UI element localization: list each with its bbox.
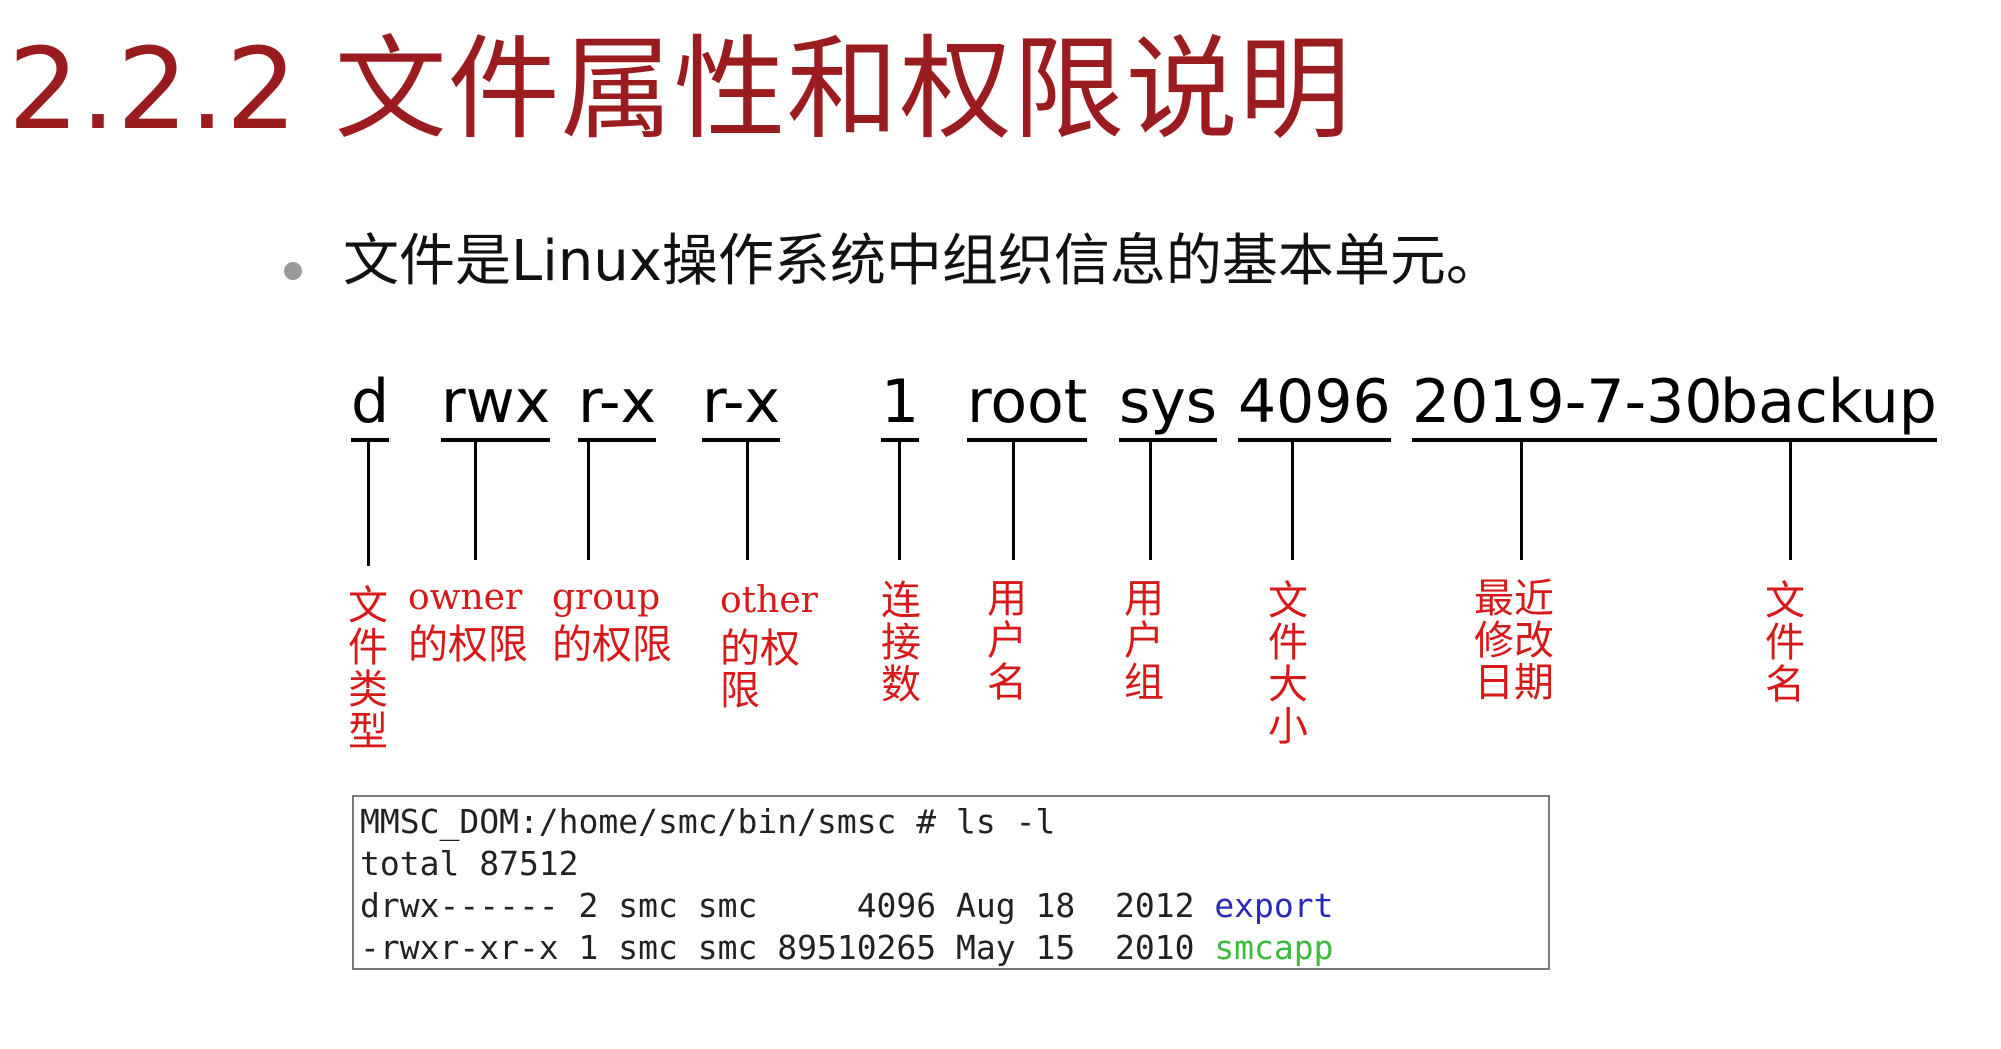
label-group-en: group: [552, 577, 661, 618]
label-modified-date: 最近修改日期: [1474, 576, 1554, 706]
label-file-type: 文件类型: [348, 583, 388, 755]
field-owner-perms: rwx: [441, 372, 551, 442]
field-file-type: d: [351, 372, 390, 442]
terminal-row-prefix: drwx------ 2 smc smc 4096 Aug 18 2012: [360, 886, 1215, 925]
slide-title: 2.2.2 文件属性和权限说明: [8, 25, 1352, 155]
field-modified-date: 2019-7-30: [1412, 372, 1723, 442]
field-user-group: sys: [1119, 372, 1218, 442]
field-other-perms: r-x: [702, 372, 780, 442]
connector-line: [1520, 438, 1523, 560]
connector-line: [1012, 438, 1015, 560]
label-other-cn: 的权限: [720, 626, 800, 714]
terminal-dir-name: export: [1214, 886, 1334, 925]
terminal-exec-name: smcapp: [1214, 928, 1334, 967]
bullet-dot: [284, 262, 302, 280]
label-other-en: other: [720, 580, 818, 621]
label-file-size: 文件大小: [1268, 578, 1308, 750]
label-group-cn: 的权限: [552, 622, 672, 668]
terminal-output: MMSC_DOM:/home/smc/bin/smsc # ls -l tota…: [352, 795, 1550, 970]
field-file-name: backup: [1720, 372, 1937, 442]
connector-line: [746, 438, 749, 560]
field-user-name: root: [967, 372, 1088, 442]
field-group-perms: r-x: [578, 372, 656, 442]
terminal-row: -rwxr-xr-x 1 smc smc 89510265 May 15 201…: [360, 927, 1542, 969]
field-file-size: 4096: [1238, 372, 1391, 442]
connector-line: [1789, 438, 1792, 560]
label-user-group: 用户组: [1124, 576, 1164, 706]
connector-line: [474, 438, 477, 560]
bullet-text: 文件是Linux操作系统中组织信息的基本单元。: [343, 229, 1502, 294]
label-link-count: 连接数: [881, 578, 921, 708]
field-link-count: 1: [881, 372, 920, 442]
label-owner-en: owner: [408, 577, 523, 618]
label-owner-cn: 的权限: [408, 622, 528, 668]
terminal-total-line: total 87512: [360, 844, 579, 883]
terminal-row: drwx------ 2 smc smc 4096 Aug 18 2012 ex…: [360, 885, 1542, 927]
label-user-name: 用户名: [987, 576, 1027, 706]
label-file-name: 文件名: [1765, 578, 1805, 708]
connector-line: [898, 438, 901, 560]
connector-line: [1149, 438, 1152, 560]
connector-line: [367, 438, 370, 566]
connector-line: [1291, 438, 1294, 560]
terminal-prompt-line: MMSC_DOM:/home/smc/bin/smsc # ls -l: [360, 802, 1056, 841]
terminal-row-prefix: -rwxr-xr-x 1 smc smc 89510265 May 15 201…: [360, 928, 1215, 967]
connector-line: [587, 438, 590, 560]
